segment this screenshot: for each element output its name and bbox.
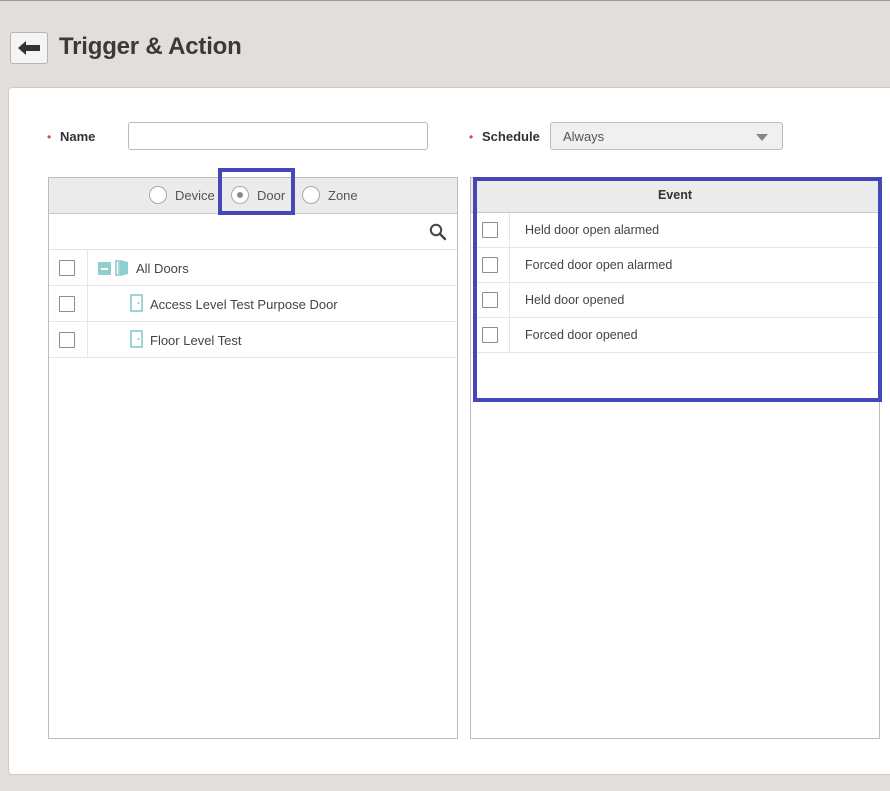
tree-checkbox[interactable] (59, 296, 75, 312)
collapse-icon[interactable] (98, 262, 111, 275)
tree-checkbox[interactable] (59, 260, 75, 276)
column-divider (87, 250, 88, 285)
back-button[interactable] (10, 32, 48, 64)
page-title: Trigger & Action (59, 33, 242, 60)
column-divider (509, 318, 510, 352)
tree-row-root[interactable]: All Doors (49, 250, 457, 286)
tree-row[interactable]: Access Level Test Purpose Door (49, 286, 457, 322)
tree-label: Floor Level Test (150, 333, 242, 348)
event-checkbox[interactable] (482, 327, 498, 343)
radio-zone[interactable]: Zone (302, 186, 358, 204)
event-column-header: Event (471, 178, 879, 213)
radio-label: Door (257, 187, 286, 203)
event-checkbox[interactable] (482, 222, 498, 238)
column-divider (509, 213, 510, 247)
event-row[interactable]: Held door opened (471, 283, 879, 318)
name-label: Name (60, 129, 96, 144)
schedule-label: Schedule (482, 129, 540, 144)
event-row[interactable]: Forced door opened (471, 318, 879, 353)
arrow-left-icon (18, 41, 40, 55)
radio-circle (302, 186, 320, 204)
window-top-border (0, 0, 890, 1)
tree-label: Access Level Test Purpose Door (150, 297, 338, 312)
radio-circle-selected (231, 186, 249, 204)
event-row[interactable]: Forced door open alarmed (471, 248, 879, 283)
radio-door[interactable]: Door (231, 186, 285, 204)
event-label: Held door open alarmed (525, 223, 660, 237)
tree-checkbox[interactable] (59, 332, 75, 348)
event-label: Held door opened (525, 293, 625, 307)
event-checkbox[interactable] (482, 292, 498, 308)
radio-label: Zone (328, 187, 358, 203)
door-icon (130, 294, 143, 312)
event-row[interactable]: Held door open alarmed (471, 213, 879, 248)
type-selector: Device Door Zone (49, 178, 457, 214)
search-icon[interactable] (429, 223, 447, 246)
radio-circle (149, 186, 167, 204)
door-icon (130, 330, 143, 348)
schedule-select[interactable]: Always (550, 122, 783, 150)
tree-row[interactable]: Floor Level Test (49, 322, 457, 358)
column-divider (87, 286, 88, 321)
event-label: Forced door opened (525, 328, 638, 342)
tree-search-bar (49, 214, 457, 250)
radio-device[interactable]: Device (149, 186, 215, 204)
column-divider (509, 248, 510, 282)
name-input[interactable] (128, 122, 428, 150)
event-label: Forced door open alarmed (525, 258, 673, 272)
radio-label: Device (175, 187, 215, 203)
column-divider (509, 283, 510, 317)
chevron-down-icon (756, 134, 768, 141)
schedule-value: Always (563, 129, 605, 144)
column-divider (87, 322, 88, 357)
event-checkbox[interactable] (482, 257, 498, 273)
door-group-icon (115, 260, 128, 276)
required-marker: • (47, 130, 52, 144)
door-tree-panel: Device Door Zone All Doors Access Level … (48, 177, 458, 739)
event-list-panel: Event Held door open alarmed Forced door… (470, 177, 880, 739)
required-marker: • (469, 130, 474, 144)
tree-label-all-doors: All Doors (136, 261, 189, 276)
